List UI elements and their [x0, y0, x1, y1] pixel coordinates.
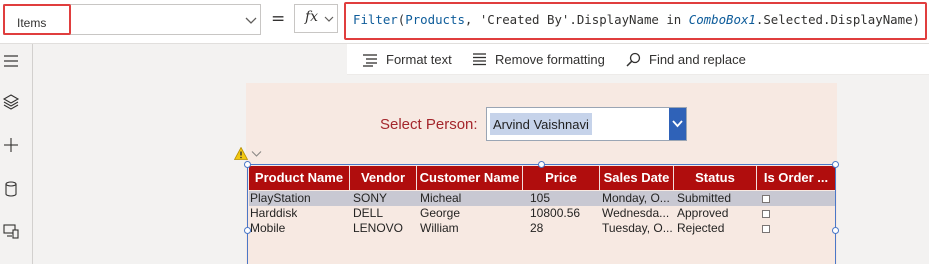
price-cell: 28	[530, 221, 544, 235]
warning-icon[interactable]	[234, 147, 248, 160]
resize-handle[interactable]	[244, 227, 251, 234]
formula-input[interactable]: Filter(Products, 'Created By'.DisplayNam…	[344, 2, 927, 40]
column-header[interactable]: Is Order ...	[757, 166, 835, 190]
product-cell: Harddisk	[250, 206, 298, 220]
chevron-down-icon	[672, 120, 683, 128]
status-cell: Submitted	[677, 191, 732, 205]
vendor-cell: LENOVO	[353, 221, 404, 235]
order-checkbox[interactable]	[762, 195, 770, 203]
chevron-down-icon	[324, 16, 334, 22]
data-cylinder-icon[interactable]	[2, 180, 20, 198]
resize-handle[interactable]	[244, 161, 251, 168]
equals-sign: =	[271, 9, 286, 29]
formula-token: ComboBox1	[688, 12, 756, 27]
order-checkbox[interactable]	[762, 210, 770, 218]
select-person-label: Select Person:	[380, 116, 478, 133]
format-text-icon	[363, 53, 377, 67]
formula-token: Products	[405, 12, 465, 27]
find-replace-label: Find and replace	[649, 52, 746, 67]
formula-token: .DisplayName in	[569, 12, 689, 27]
customer-cell: George	[420, 206, 461, 220]
hamburger-menu-icon[interactable]	[2, 52, 20, 70]
product-cell: Mobile	[250, 221, 286, 235]
formula-toolbar: Format text Remove formatting Find and r…	[347, 44, 929, 75]
combobox-selected-item[interactable]: Arvind Vaishnavi	[490, 113, 592, 135]
column-header[interactable]: Vendor	[350, 166, 417, 190]
format-text-button[interactable]: Format text	[362, 44, 452, 75]
table-row[interactable]: Mobile LENOVO William 28 Tuesday, O... R…	[249, 221, 835, 236]
insert-plus-icon[interactable]	[2, 136, 20, 154]
sales-date-cell: Monday, O...	[602, 191, 670, 205]
property-highlight: Items	[3, 4, 71, 35]
property-name: Items	[17, 16, 47, 30]
fx-icon: fx	[305, 9, 319, 25]
table-row[interactable]: Harddisk DELL George 10800.56 Wednesda..…	[249, 206, 835, 221]
status-cell: Rejected	[677, 221, 725, 235]
price-cell: 105	[530, 191, 551, 205]
table-header-row: Product Name Vendor Customer Name Price …	[249, 166, 835, 190]
media-devices-icon[interactable]	[2, 222, 20, 240]
formula-token: ,	[464, 12, 480, 27]
chevron-down-icon[interactable]	[251, 150, 262, 158]
formula-token: 'Created By'	[479, 12, 570, 27]
table-row[interactable]: PlayStation SONY Micheal 105 Monday, O..…	[249, 191, 835, 206]
formula-token: .Selected.DisplayName)	[755, 12, 920, 27]
column-header[interactable]: Sales Date	[600, 166, 674, 190]
column-header[interactable]: Status	[674, 166, 757, 190]
chevron-down-icon	[245, 17, 257, 24]
column-header[interactable]: Customer Name	[417, 166, 523, 190]
column-header[interactable]: Product Name	[249, 166, 350, 190]
vendor-cell: DELL	[353, 206, 384, 220]
formula-bar: Items = fx Filter(Products, 'Created By'…	[0, 0, 929, 44]
remove-formatting-button[interactable]: Remove formatting	[472, 44, 605, 75]
customer-cell: Micheal	[420, 191, 462, 205]
layers-icon[interactable]	[2, 93, 20, 111]
left-rail	[0, 44, 33, 264]
formula-token: Filter	[353, 12, 398, 27]
product-cell: PlayStation	[250, 191, 311, 205]
formula-text: Filter(Products, 'Created By'.DisplayNam…	[353, 12, 920, 27]
resize-handle[interactable]	[538, 161, 545, 168]
remove-formatting-icon	[473, 53, 486, 66]
combobox-expand-button[interactable]	[669, 108, 686, 140]
fx-button[interactable]: fx	[294, 4, 338, 33]
remove-formatting-label: Remove formatting	[495, 52, 605, 67]
column-header[interactable]: Price	[523, 166, 600, 190]
status-cell: Approved	[677, 206, 729, 220]
format-text-label: Format text	[386, 52, 452, 67]
price-cell: 10800.56	[530, 206, 581, 220]
customer-cell: William	[420, 221, 459, 235]
resize-handle[interactable]	[832, 161, 839, 168]
person-combobox[interactable]: Arvind Vaishnavi	[486, 107, 687, 141]
sales-date-cell: Wednesda...	[602, 206, 670, 220]
find-replace-button[interactable]: Find and replace	[626, 44, 746, 75]
order-checkbox[interactable]	[762, 225, 770, 233]
products-data-table[interactable]: Product Name Vendor Customer Name Price …	[247, 164, 836, 264]
sales-date-cell: Tuesday, O...	[602, 221, 673, 235]
search-icon	[626, 52, 641, 67]
vendor-cell: SONY	[353, 191, 388, 205]
resize-handle[interactable]	[832, 227, 839, 234]
